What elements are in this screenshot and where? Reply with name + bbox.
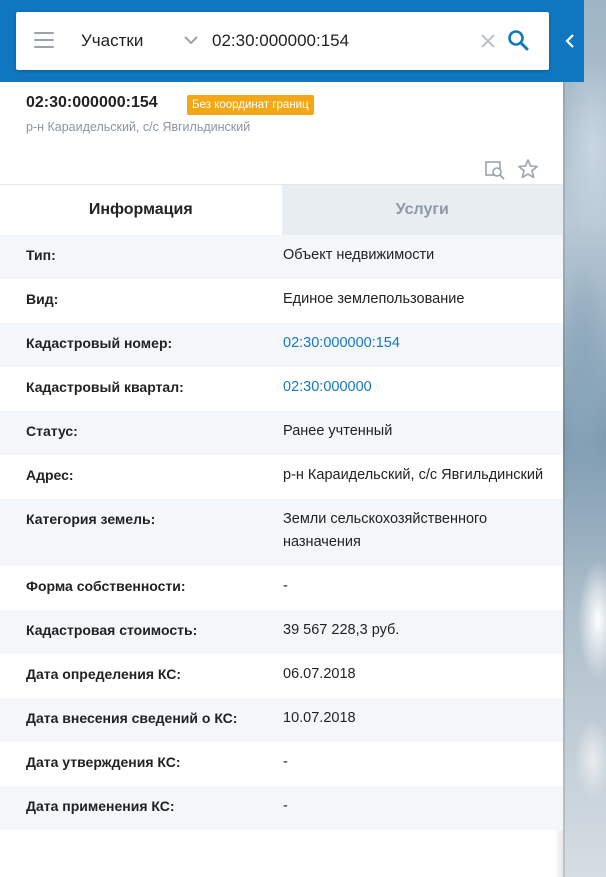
search-input[interactable] [212, 26, 472, 56]
tab-services[interactable]: Услуги [281, 185, 563, 235]
info-label: Кадастровый номер: [26, 335, 173, 351]
map-background[interactable] [563, 0, 606, 877]
header-bar: Участки [0, 0, 563, 82]
info-row: Дата определения КС: 06.07.2018 [0, 654, 563, 698]
tab-information[interactable]: Информация [0, 185, 282, 235]
search-icon[interactable] [507, 29, 529, 51]
info-value-link[interactable]: 02:30:000000 [283, 376, 553, 399]
info-value: - [283, 798, 288, 814]
info-label: Тип: [26, 247, 56, 263]
category-select[interactable]: Участки [81, 31, 143, 51]
info-value: 06.07.2018 [283, 666, 356, 682]
info-label: Дата утверждения КС: [26, 754, 181, 770]
info-label: Дата определения КС: [26, 666, 182, 682]
info-row: Форма собственности: - [0, 566, 563, 610]
info-label: Дата применения КС: [26, 798, 175, 814]
close-icon[interactable] [480, 33, 496, 49]
info-label: Категория земель: [26, 511, 156, 527]
hamburger-menu-icon[interactable] [34, 32, 54, 48]
info-value: Единое землепользование [283, 291, 465, 307]
info-row: Кадастровая стоимость: 39 567 228,3 руб. [0, 610, 563, 654]
info-row: Статус: Ранее учтенный [0, 411, 563, 455]
status-badge: Без координат границ [187, 95, 314, 115]
info-row: Дата применения КС: - [0, 786, 563, 830]
object-address: р-н Караидельский, с/с Явгильдинский [26, 120, 251, 134]
info-row: Адрес: р-н Караидельский, с/с Явгильдинск… [0, 455, 563, 499]
info-value: - [283, 754, 288, 770]
chevron-down-icon[interactable] [183, 32, 199, 48]
info-row: Кадастровый номер: 02:30:000000:154 [0, 323, 563, 367]
object-header: 02:30:000000:154 Без координат границ р-… [0, 82, 563, 184]
info-value: 10.07.2018 [283, 710, 356, 726]
search-bar: Участки [16, 12, 549, 70]
info-label: Кадастровый квартал: [26, 379, 184, 395]
info-label: Адрес: [26, 467, 74, 483]
info-row: Кадастровый квартал: 02:30:000000 [0, 367, 563, 411]
info-value: Объект недвижимости [283, 247, 435, 263]
chevron-left-icon [565, 34, 574, 48]
info-table: Тип: Объект недвижимости Вид: Единое землеп… [0, 235, 563, 830]
zoom-to-object-icon[interactable] [484, 159, 506, 181]
object-number: 02:30:000000:154 [26, 94, 158, 111]
info-label: Вид: [26, 291, 59, 307]
info-row: Дата внесения сведений о КС: 10.07.2018 [0, 698, 563, 742]
info-label: Кадастровая стоимость: [26, 622, 198, 638]
info-row: Дата утверждения КС: - [0, 742, 563, 786]
tab-bar: Информация Услуги [0, 184, 563, 236]
info-row: Тип: Объект недвижимости [0, 235, 563, 279]
info-value: - [283, 578, 288, 594]
info-value-link[interactable]: 02:30:000000:154 [283, 332, 553, 355]
info-row: Вид: Единое землепользование [0, 279, 563, 323]
info-value: Земли сельскохозяйственного назначения [283, 511, 488, 550]
info-value: р-н Караидельский, с/с Явгильдинский [283, 467, 544, 483]
info-value: 39 567 228,3 руб. [283, 622, 400, 638]
collapse-panel-button[interactable] [556, 0, 584, 82]
info-label: Статус: [26, 423, 78, 439]
star-icon[interactable] [517, 158, 539, 180]
info-row: Категория земель: Земли сельскохозяйствен… [0, 499, 563, 566]
info-label: Дата внесения сведений о КС: [26, 710, 238, 726]
info-label: Форма собственности: [26, 578, 186, 594]
info-value: Ранее учтенный [283, 423, 393, 439]
